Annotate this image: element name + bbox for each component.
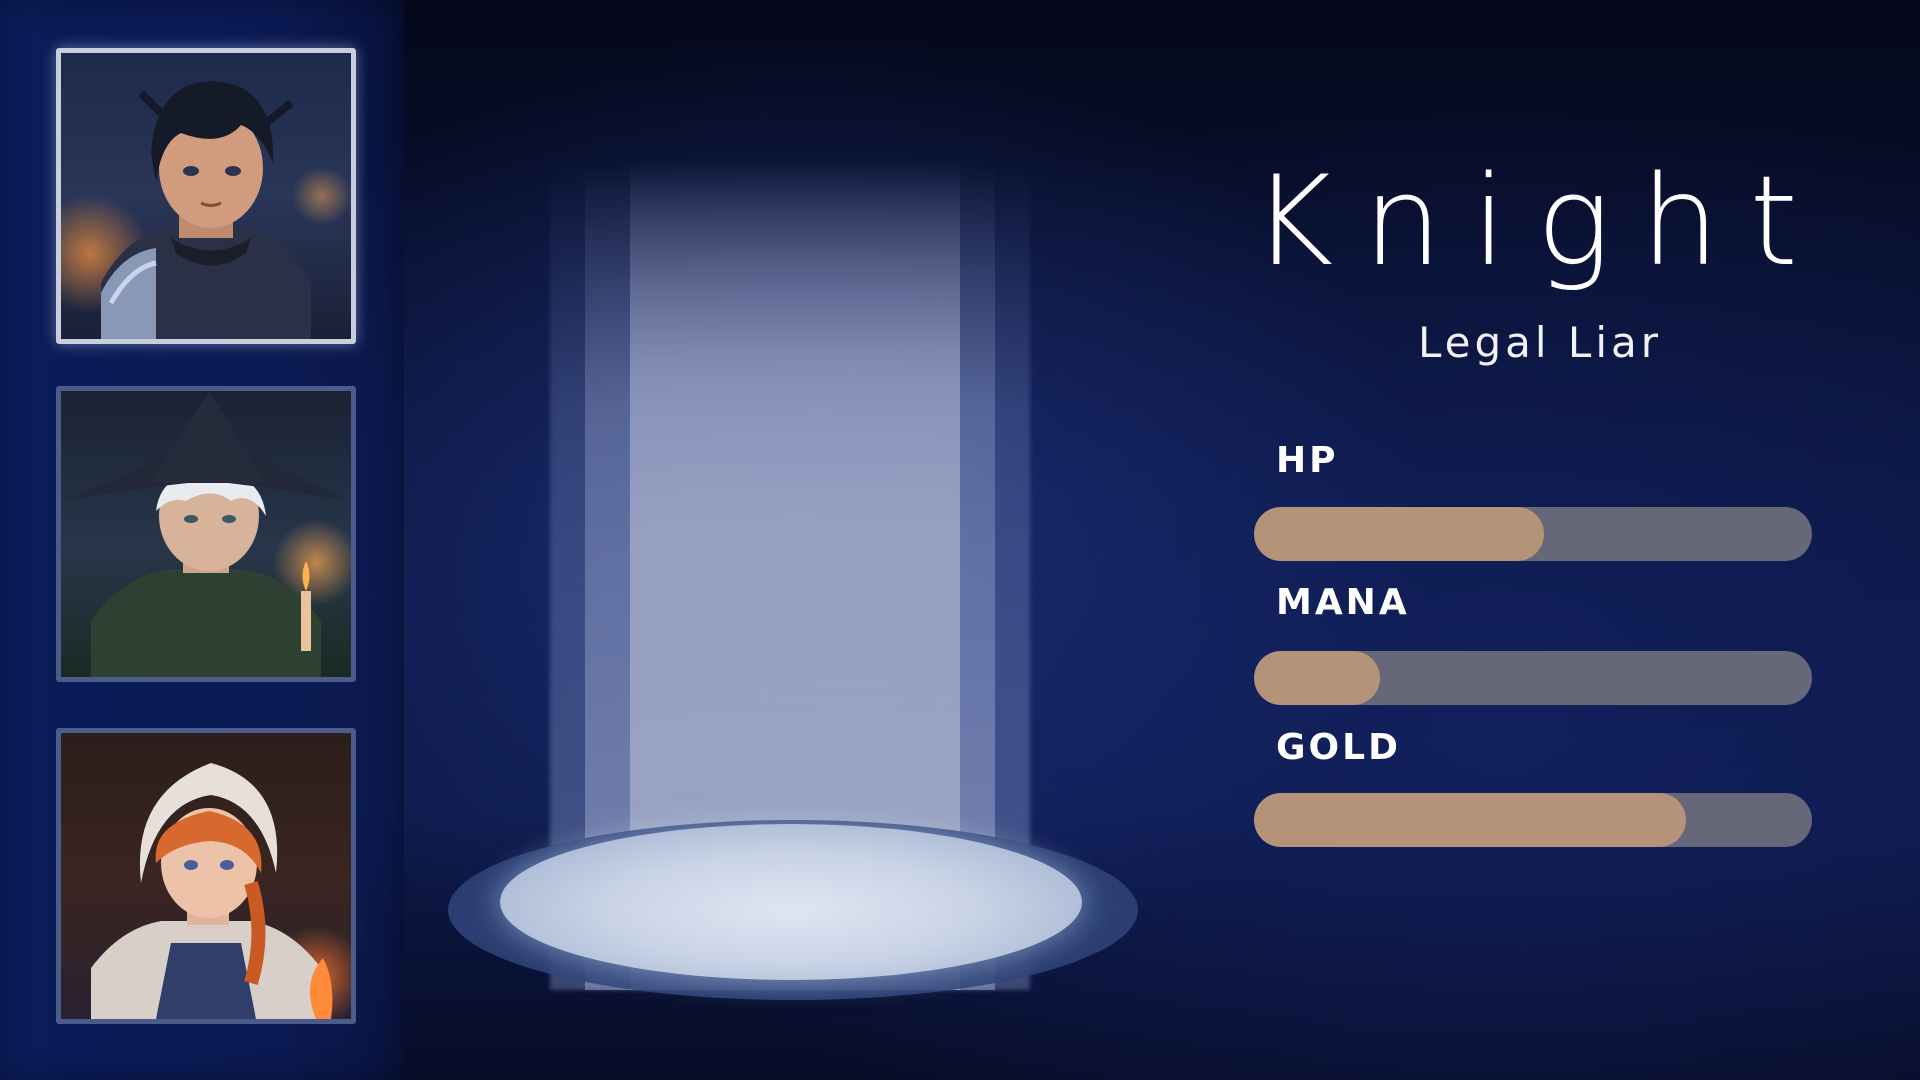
stat-bar-gold <box>1254 793 1812 847</box>
character-name: Knight <box>1252 150 1828 294</box>
stat-label-mana: MANA <box>1276 582 1410 623</box>
portrait-villager-girl[interactable] <box>56 728 356 1024</box>
stat-fill-mana <box>1254 651 1380 705</box>
knight-figure-icon <box>101 81 311 339</box>
stat-bar-hp <box>1254 507 1812 561</box>
stat-bar-mana <box>1254 651 1812 705</box>
villager-girl-figure-icon <box>91 763 333 1019</box>
portrait-knight[interactable] <box>56 48 356 344</box>
pedestal-base-glow <box>500 824 1082 980</box>
mage-figure-icon <box>61 391 351 677</box>
portrait-mage[interactable] <box>56 386 356 682</box>
character-title: Legal Liar <box>1418 318 1662 367</box>
stat-label-gold: GOLD <box>1276 727 1401 768</box>
stat-label-hp: HP <box>1276 440 1339 481</box>
character-spotlight-stage <box>440 100 1140 1020</box>
stat-fill-gold <box>1254 793 1687 847</box>
stat-fill-hp <box>1254 507 1545 561</box>
